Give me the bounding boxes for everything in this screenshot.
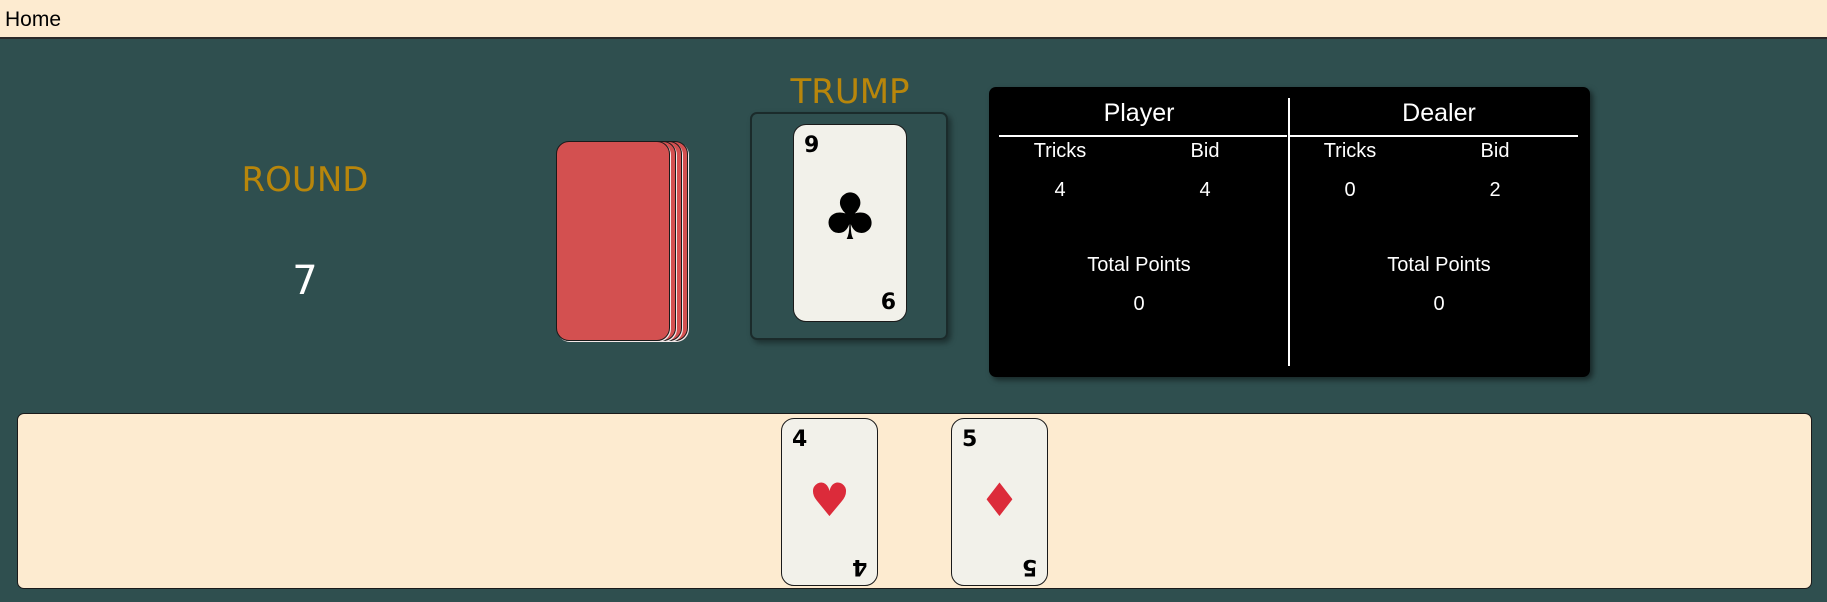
home-link[interactable]: Home <box>5 8 61 32</box>
player-total-label: Total Points <box>1087 254 1191 276</box>
card-rank-corner: 4 <box>851 554 867 579</box>
round-label: ROUND <box>241 160 369 200</box>
column-divider <box>1288 98 1290 366</box>
trump-label: TRUMP <box>790 72 910 112</box>
header-divider <box>1290 135 1578 137</box>
draw-deck[interactable] <box>556 141 694 346</box>
card-rank-corner: 5 <box>1021 554 1037 579</box>
round-number: 7 <box>292 258 318 304</box>
dealer-total-value: 0 <box>1433 293 1445 315</box>
card-rank: 5 <box>962 427 978 452</box>
hand-card[interactable]: 4 ♥ 4 <box>781 418 878 586</box>
header-divider <box>999 135 1287 137</box>
player-tricks-label: Tricks <box>1033 140 1087 162</box>
dealer-column-title: Dealer <box>1402 99 1476 127</box>
club-icon: ♣ <box>821 181 879 255</box>
deck-card-back <box>556 141 670 341</box>
player-column-title: Player <box>1103 99 1175 127</box>
player-bid-label: Bid <box>1190 140 1220 162</box>
player-hand: 4 ♥ 4 5 ♦ 5 <box>17 413 1812 589</box>
card-rank: 9 <box>804 133 820 158</box>
dealer-total-label: Total Points <box>1387 254 1491 276</box>
trump-area: 9 ♣ 6 <box>750 112 948 340</box>
trump-card: 9 ♣ 6 <box>793 124 907 322</box>
card-rank-corner: 6 <box>880 290 896 315</box>
hand-card[interactable]: 5 ♦ 5 <box>951 418 1048 586</box>
top-nav: Home <box>0 0 1827 39</box>
dealer-tricks-value: 0 <box>1344 179 1356 201</box>
dealer-tricks-label: Tricks <box>1323 140 1377 162</box>
dealer-bid-label: Bid <box>1480 140 1510 162</box>
dealer-bid-value: 2 <box>1489 179 1501 201</box>
card-rank: 4 <box>792 427 808 452</box>
player-total-value: 0 <box>1133 293 1145 315</box>
player-bid-value: 4 <box>1199 179 1211 201</box>
diamond-icon: ♦ <box>978 473 1021 527</box>
heart-icon: ♥ <box>808 473 851 527</box>
scoreboard: Player Dealer Tricks Bid Tricks Bid 4 4 … <box>989 87 1590 377</box>
player-tricks-value: 4 <box>1054 179 1066 201</box>
